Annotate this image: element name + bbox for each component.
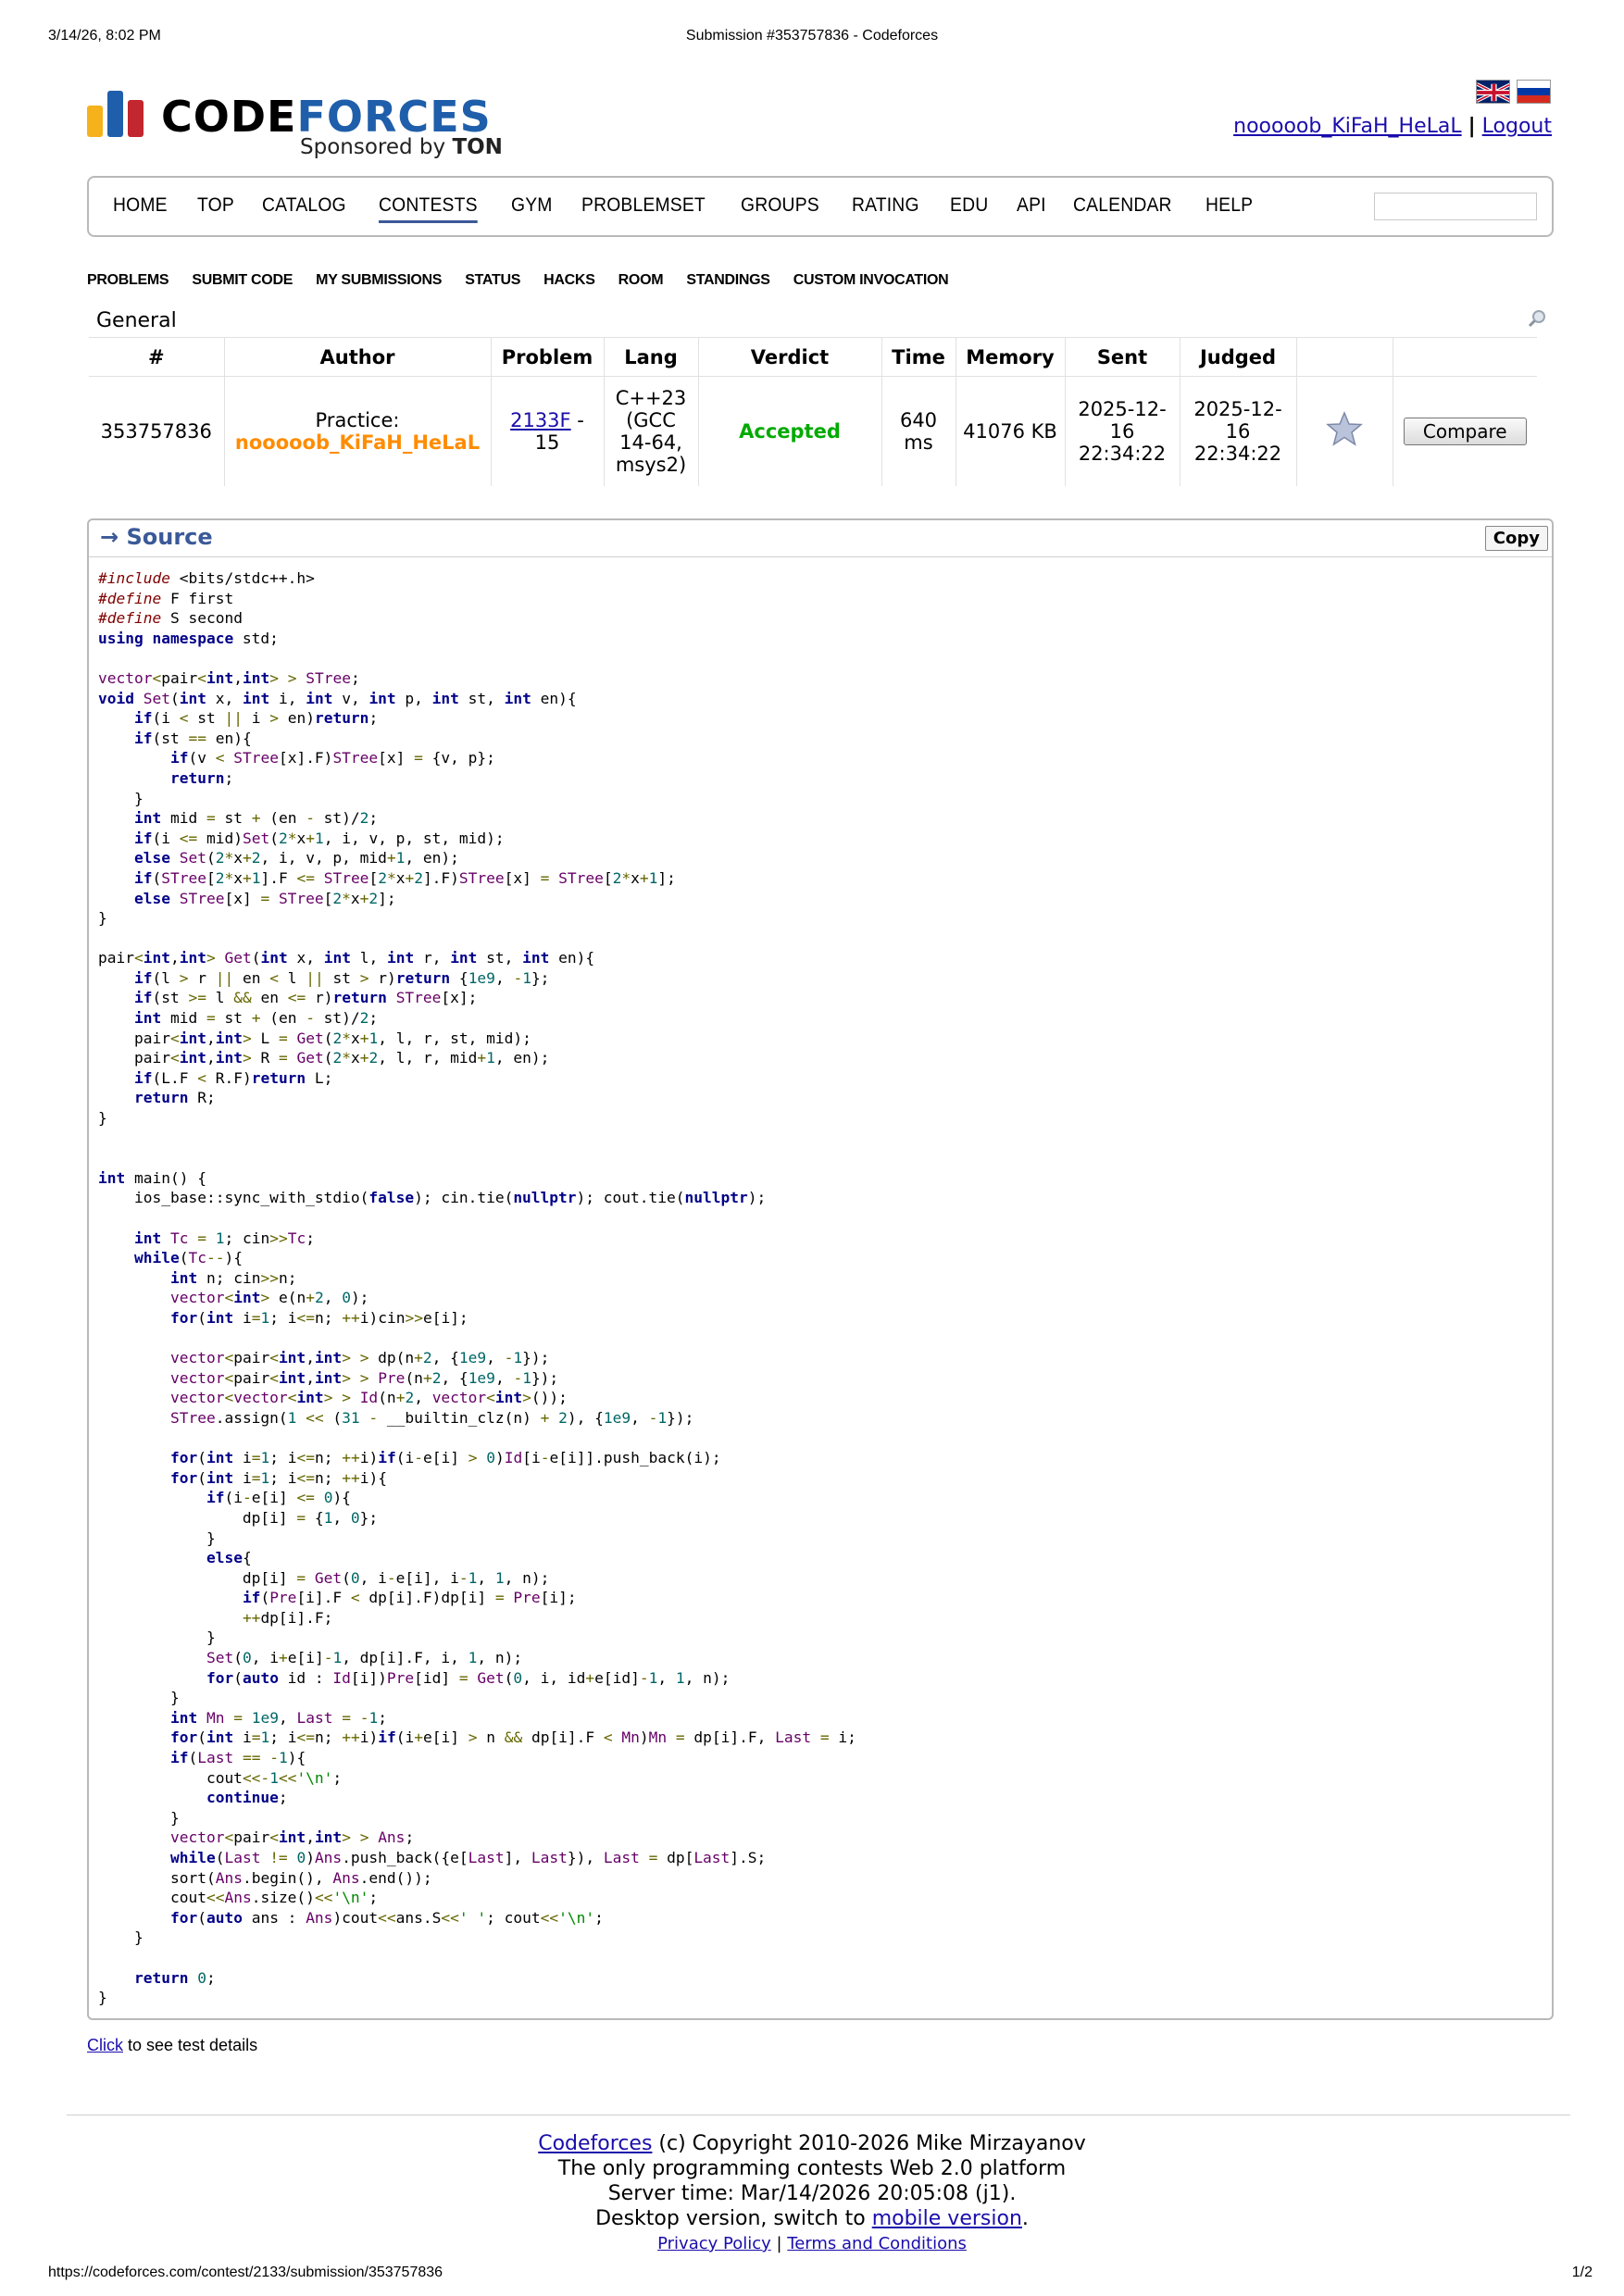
footer-tagline: The only programming contests Web 2.0 pl… (557, 2157, 1067, 2180)
col-header-problem: Problem (491, 337, 605, 377)
logo-wordmark: CODEFORCES (161, 92, 492, 142)
copy-button[interactable]: Copy (1484, 526, 1548, 551)
author-handle-link[interactable]: nooooob_KiFaH_HeLaL (231, 431, 485, 454)
privacy-policy-link[interactable]: Privacy Policy (657, 2234, 771, 2253)
author-prefix: Practice: (315, 408, 400, 431)
test-details-line: Click to see test details (87, 2036, 257, 2055)
footer-legal-links: Privacy Policy | Terms and Conditions (657, 2234, 967, 2253)
favorite-star-icon[interactable] (1326, 411, 1363, 451)
col-header-id: # (89, 337, 225, 377)
submenu-submit-code[interactable]: SUBMIT CODE (192, 272, 293, 289)
terms-link[interactable]: Terms and Conditions (787, 2234, 967, 2253)
col-header-sent: Sent (1065, 337, 1181, 377)
submission-problem: 2133F - 15 (491, 376, 605, 486)
col-header-lang: Lang (604, 337, 699, 377)
submission-time: 640 ms (881, 376, 956, 486)
menu-item-api[interactable]: API (1017, 194, 1046, 217)
menu-item-top[interactable]: TOP (197, 194, 234, 217)
col-header-favorite (1296, 337, 1393, 377)
submenu-custom-invocation[interactable]: CUSTOM INVOCATION (793, 272, 949, 289)
submission-memory: 41076 KB (956, 376, 1066, 486)
english-flag-icon[interactable] (1476, 80, 1510, 104)
print-page-number: 1/2 (1571, 2265, 1593, 2280)
footer-codeforces-link[interactable]: Codeforces (538, 2132, 652, 2155)
col-header-author: Author (224, 337, 492, 377)
codeforces-logo[interactable]: CODEFORCES Sponsored by TON (87, 89, 503, 163)
submission-verdict: Accepted (698, 376, 882, 486)
source-header: → Source Copy (89, 520, 1552, 557)
col-header-memory: Memory (956, 337, 1066, 377)
submission-sent: 2025-12-16 22:34:22 (1065, 376, 1181, 486)
general-label: General (96, 309, 177, 332)
compare-cell: Compare (1393, 376, 1537, 486)
footer-copyright-line: Codeforces (c) Copyright 2010-2026 Mike … (538, 2132, 1086, 2155)
contest-submenu: PROBLEMS SUBMIT CODE MY SUBMISSIONS STAT… (87, 270, 967, 289)
footer-version-line: Desktop version, switch to mobile versio… (595, 2207, 1029, 2230)
menu-item-edu[interactable]: EDU (950, 194, 988, 217)
user-bar: nooooob_KiFaH_HeLaL | Logout (1233, 115, 1552, 138)
submission-table: # Author Problem Lang Verdict Time Memor… (89, 337, 1537, 486)
submenu-room[interactable]: ROOM (618, 272, 664, 289)
submission-lang: C++23 (GCC 14-64, msys2) (604, 376, 699, 486)
col-header-compare (1393, 337, 1537, 377)
menu-item-groups[interactable]: GROUPS (741, 194, 819, 217)
submission-author: Practice: nooooob_KiFaH_HeLaL (224, 376, 492, 486)
favorite-cell (1296, 376, 1393, 486)
submenu-problems[interactable]: PROBLEMS (87, 272, 169, 289)
submenu-hacks[interactable]: HACKS (543, 272, 595, 289)
table-header-row: # Author Problem Lang Verdict Time Memor… (89, 337, 1537, 377)
mobile-version-link[interactable]: mobile version (872, 2207, 1022, 2230)
submenu-standings[interactable]: STANDINGS (686, 272, 770, 289)
menu-item-problemset[interactable]: PROBLEMSET (581, 194, 706, 217)
menu-item-home[interactable]: HOME (113, 194, 168, 217)
page-footer: Codeforces (c) Copyright 2010-2026 Mike … (0, 2131, 1624, 2256)
logo-bars-icon (87, 91, 146, 137)
user-handle-link[interactable]: nooooob_KiFaH_HeLaL (1233, 115, 1461, 138)
language-flags (1476, 80, 1555, 106)
magnifier-icon[interactable] (1528, 309, 1546, 328)
menu-item-rating[interactable]: RATING (852, 194, 919, 217)
menu-item-contests[interactable]: CONTESTS (379, 194, 478, 223)
print-header: 3/14/26, 8:02 PM Submission #353757836 -… (0, 28, 1624, 48)
submenu-my-submissions[interactable]: MY SUBMISSIONS (316, 272, 442, 289)
col-header-time: Time (881, 337, 956, 377)
user-separator: | (1468, 115, 1476, 138)
menu-item-help[interactable]: HELP (1206, 194, 1253, 217)
menu-item-gym[interactable]: GYM (511, 194, 553, 217)
menu-item-catalog[interactable]: CATALOG (262, 194, 346, 217)
print-title: Submission #353757836 - Codeforces (685, 28, 939, 44)
logout-link[interactable]: Logout (1482, 115, 1552, 138)
table-row: 353757836 Practice: nooooob_KiFaH_HeLaL … (89, 376, 1537, 486)
search-input[interactable] (1374, 193, 1537, 220)
source-code: #include <bits/stdc++.h> #define F first… (98, 569, 856, 2007)
test-details-text: to see test details (123, 2036, 258, 2054)
source-title: → Source (100, 524, 213, 550)
test-details-link[interactable]: Click (87, 2036, 123, 2054)
col-header-verdict: Verdict (698, 337, 882, 377)
col-header-judged: Judged (1180, 337, 1297, 377)
print-url: https://codeforces.com/contest/2133/subm… (48, 2265, 443, 2280)
source-box: → Source Copy #include <bits/stdc++.h> #… (87, 518, 1554, 2020)
footer-server-time: Server time: Mar/14/2026 20:05:08 (j1). (607, 2182, 1017, 2205)
logo-sponsor: Sponsored by TON (300, 135, 503, 159)
main-menu: HOME TOP CATALOG CONTESTS GYM PROBLEMSET… (87, 176, 1554, 237)
submenu-status[interactable]: STATUS (465, 272, 520, 289)
russian-flag-icon[interactable] (1517, 80, 1551, 104)
submission-id: 353757836 (89, 376, 225, 486)
menu-item-calendar[interactable]: CALENDAR (1073, 194, 1172, 217)
problem-link[interactable]: 2133F (510, 409, 571, 431)
compare-button[interactable]: Compare (1403, 417, 1527, 445)
print-footer: https://codeforces.com/contest/2133/subm… (0, 2265, 1624, 2285)
submission-judged: 2025-12-16 22:34:22 (1180, 376, 1297, 486)
